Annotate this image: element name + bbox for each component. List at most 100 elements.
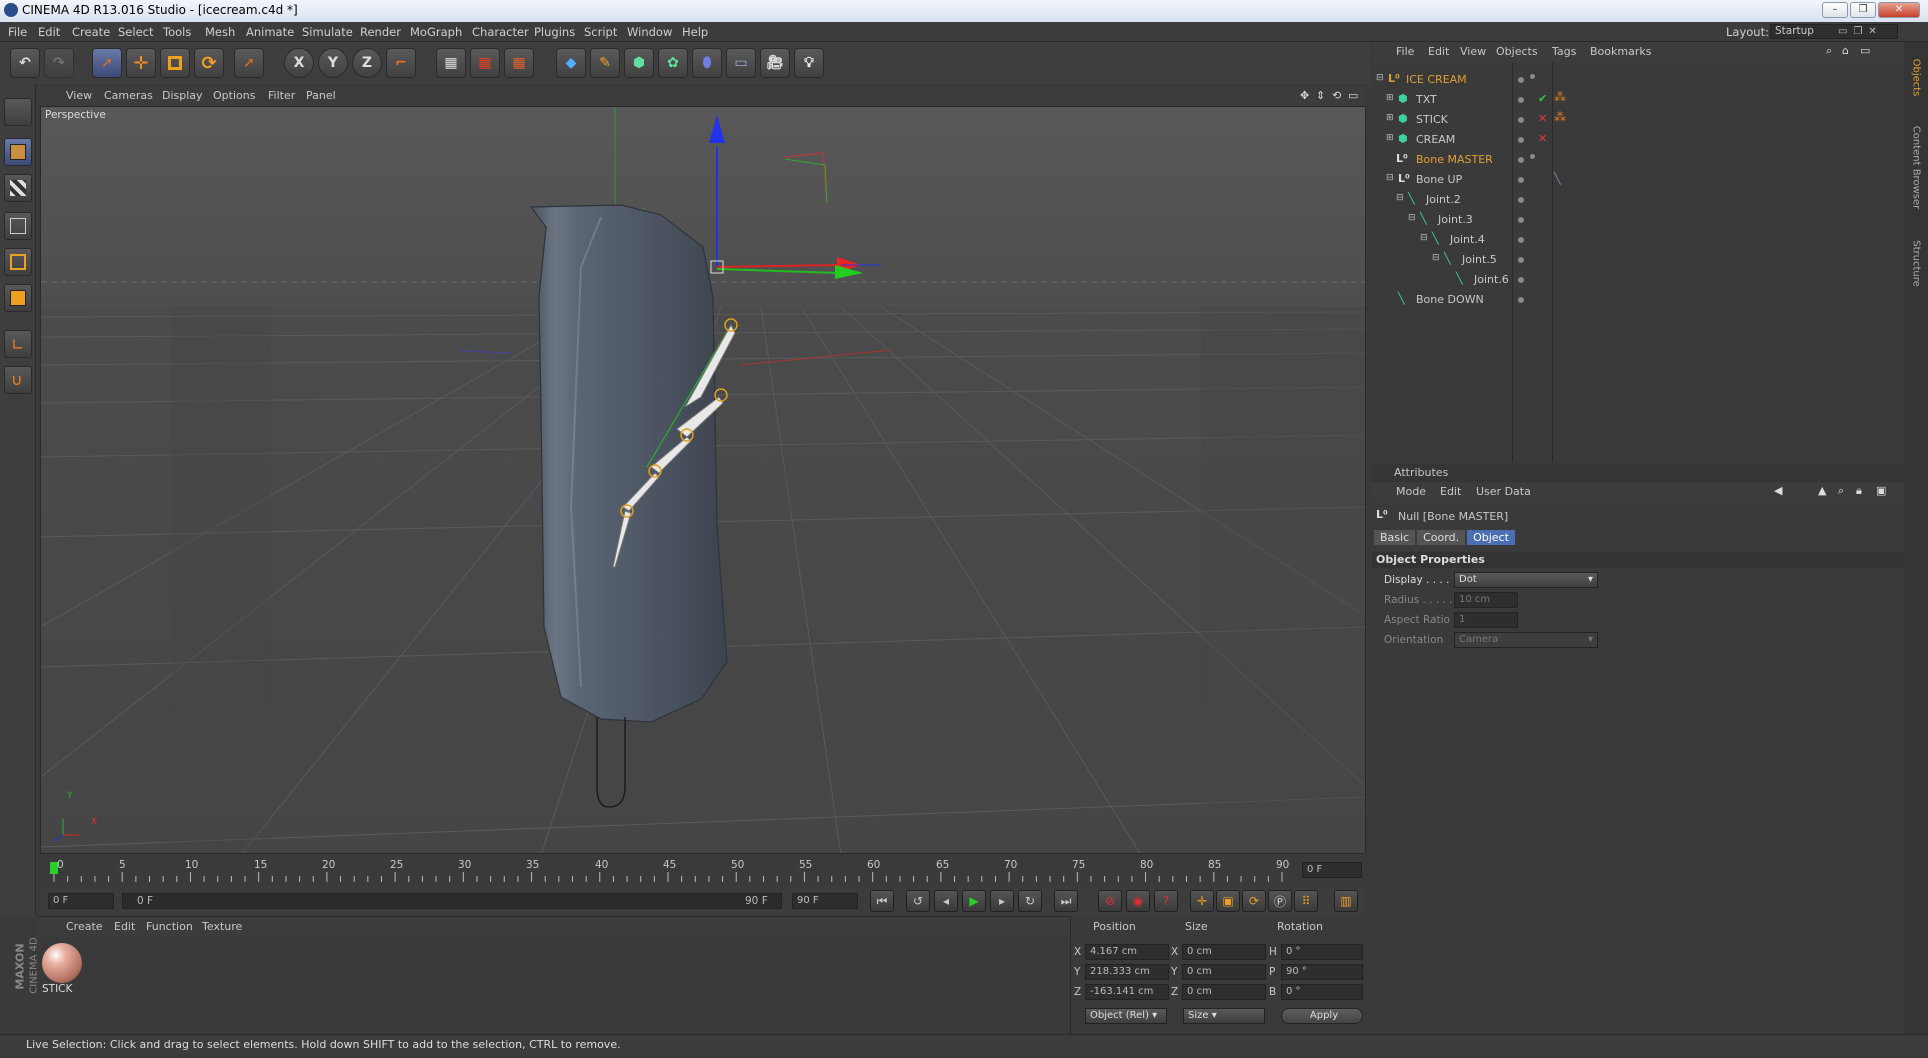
visibility-dot-icon[interactable] [1518,297,1524,303]
move-button[interactable]: ✛ [126,48,156,78]
menu-simulate[interactable]: Simulate [302,25,353,39]
record-keys-button[interactable]: ⊘ [1098,890,1122,912]
collapse-icon[interactable]: ⊟ [1376,73,1384,83]
lock-icon[interactable]: 🔒︎ [1856,484,1862,498]
minimize-icon[interactable]: ▭ [1838,26,1847,40]
texture-mode-button[interactable] [4,174,32,202]
object-row-cream[interactable]: ⊞ ⬢ CREAM ✕ [1372,130,1904,150]
material-menu-texture[interactable]: Texture [202,920,242,933]
object-menu-view[interactable]: View [1460,45,1486,58]
live-selection-button[interactable]: ➚ [92,48,122,78]
go-to-end-button[interactable]: ⏭ [1054,890,1078,912]
key-pla-button[interactable]: ⠿ [1294,890,1318,912]
new-panel-icon[interactable]: ▣ [1876,484,1886,497]
collapse-icon[interactable]: ⊟ [1432,253,1440,263]
visibility-dot-icon[interactable] [1518,217,1524,223]
expand-icon[interactable]: ⊞ [1386,133,1394,143]
size-x-field[interactable]: 0 cm [1182,944,1266,960]
light-button[interactable]: 💡︎ [794,48,824,78]
object-menu-tags[interactable]: Tags [1552,45,1576,58]
menu-window[interactable]: Window [627,25,672,39]
redo-button[interactable]: ↷ [44,48,74,78]
subdivision-button[interactable]: ⬢ [624,48,654,78]
collapse-icon[interactable]: ⊟ [1386,173,1394,183]
material-tag-icon[interactable]: ⁂ [1554,90,1566,104]
start-frame-field[interactable]: 0 F [48,893,114,909]
tab-basic[interactable]: Basic [1374,530,1416,545]
z-axis-button[interactable]: Z [352,48,382,78]
current-frame-field[interactable]: 0 F [1302,862,1362,878]
previous-frame-button[interactable]: ◂ [934,890,958,912]
viewport-zoom-icon[interactable]: ⇕ [1316,89,1325,102]
menu-mograph[interactable]: MoGraph [410,25,462,39]
timeline-window-button[interactable]: ▥ [1334,890,1358,912]
object-row-bone-master[interactable]: L⁰ Bone MASTER [1372,150,1904,170]
object-row-ice-cream[interactable]: ⊟ L⁰ ICE CREAM [1372,70,1904,90]
radius-field[interactable]: 10 cm [1454,592,1518,608]
object-row-joint6[interactable]: ╲ Joint.6 [1372,270,1904,290]
key-parameter-button[interactable]: Ⓟ [1268,890,1292,912]
expand-icon[interactable]: ⊞ [1386,93,1394,103]
viewport-menu-view[interactable]: View [66,89,92,102]
visibility-dot-icon[interactable] [1518,237,1524,243]
spline-button[interactable]: ✎ [590,48,620,78]
deformer-button[interactable]: ⬮ [692,48,722,78]
autokey-button[interactable]: ◉ [1126,890,1150,912]
cube-button[interactable]: ◆ [556,48,586,78]
render-view-button[interactable]: ▦ [436,48,466,78]
object-menu-bookmarks[interactable]: Bookmarks [1590,45,1651,58]
maximize-button[interactable]: ❐ [1850,2,1876,18]
menu-plugins[interactable]: Plugins [534,25,575,39]
orientation-select[interactable]: Camera ▾ [1454,632,1598,648]
rotation-b-field[interactable]: 0 ° [1281,984,1363,1000]
position-y-field[interactable]: 218.333 cm [1085,964,1169,980]
menu-file[interactable]: File [8,25,27,39]
key-scale-button[interactable]: ▣ [1216,890,1240,912]
viewport-move-icon[interactable]: ✥ [1300,89,1309,102]
undo-button[interactable]: ↶ [10,48,40,78]
make-editable-button[interactable] [4,98,32,126]
disabled-x-icon[interactable]: ✕ [1538,112,1547,125]
floor-button[interactable]: ▭ [726,48,756,78]
object-row-joint2[interactable]: ⊟ ╲ Joint.2 [1372,190,1904,210]
size-y-field[interactable]: 0 cm [1182,964,1266,980]
attributes-menu-mode[interactable]: Mode [1396,485,1426,498]
display-select[interactable]: Dot ▾ [1454,572,1598,588]
array-button[interactable]: ✿ [658,48,688,78]
position-x-field[interactable]: 4.167 cm [1085,944,1169,960]
key-rotation-button[interactable]: ⟳ [1242,890,1266,912]
render-settings-button[interactable]: ▦ [504,48,534,78]
tab-coord[interactable]: Coord. [1417,530,1466,545]
minimize-button[interactable]: – [1822,2,1848,18]
menu-edit[interactable]: Edit [38,25,60,39]
scale-button[interactable] [160,48,190,78]
visibility-dot-icon[interactable] [1518,97,1524,103]
menu-mesh[interactable]: Mesh [205,25,235,39]
model-mode-button[interactable] [4,138,32,166]
attributes-menu-edit[interactable]: Edit [1440,485,1461,498]
coordinate-mode-select[interactable]: Object (Rel) ▾ [1085,1008,1167,1024]
viewport-maximize-icon[interactable]: ▭ [1348,89,1358,102]
up-arrow-icon[interactable]: ▲ [1818,484,1826,497]
material-swatch[interactable]: STICK [42,943,84,995]
viewport-menu-cameras[interactable]: Cameras [104,89,153,102]
material-menu-function[interactable]: Function [146,920,193,933]
minimize-panel-icon[interactable]: ▭ [1860,44,1870,57]
collapse-icon[interactable]: ⊟ [1420,233,1428,243]
close-icon[interactable]: ✕ [1868,26,1876,40]
material-menu-edit[interactable]: Edit [114,920,135,933]
edges-mode-button[interactable] [4,248,32,276]
viewport-rotate-icon[interactable]: ⟲ [1332,89,1341,102]
viewport-menu-options[interactable]: Options [213,89,255,102]
disabled-x-icon[interactable]: ✕ [1538,132,1547,145]
object-row-joint5[interactable]: ⊟ ╲ Joint.5 [1372,250,1904,270]
coordinate-system-button[interactable]: ⌐ [386,48,416,78]
visibility-dot-icon[interactable] [1518,277,1524,283]
menu-animate[interactable]: Animate [246,25,294,39]
keyframe-selection-button[interactable]: ? [1154,890,1178,912]
visibility-dot-icon[interactable] [1518,197,1524,203]
expand-icon[interactable]: ⊞ [1386,113,1394,123]
close-button[interactable]: ✕ [1878,2,1920,18]
size-mode-select[interactable]: Size ▾ [1183,1008,1265,1024]
size-z-field[interactable]: 0 cm [1182,984,1266,1000]
